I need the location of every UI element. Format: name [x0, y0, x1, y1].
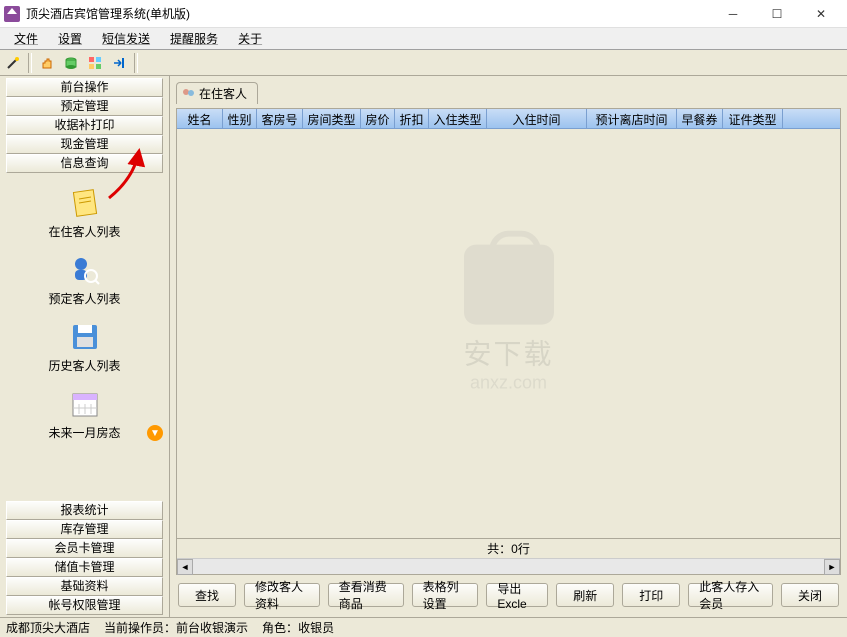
- close-panel-button[interactable]: 关闭: [781, 583, 839, 607]
- close-button[interactable]: ✕: [799, 1, 843, 27]
- hand-icon[interactable]: [36, 52, 58, 74]
- search-button[interactable]: 查找: [178, 583, 236, 607]
- status-bar: 成都顶尖大酒店 当前操作员：前台收银演示 角色：收银员: [0, 617, 847, 637]
- print-button[interactable]: 打印: [622, 583, 680, 607]
- toolbar-separator: [28, 53, 32, 73]
- workspace: 前台操作 预定管理 收据补打印 现金管理 信息查询 在住客人列表 预定客人列表 …: [0, 76, 847, 617]
- grid-footer: 共：0行: [177, 538, 840, 558]
- nav-reports[interactable]: 报表统计: [6, 501, 163, 520]
- menu-about[interactable]: 关于: [228, 28, 272, 49]
- scroll-right-button[interactable]: ►: [824, 559, 840, 575]
- edit-guest-button[interactable]: 修改客人资料: [244, 583, 320, 607]
- button-bar: 查找修改客人资料查看消费商品表格列设置导出Excle 刷新打印此客人存入会员关闭: [176, 579, 841, 611]
- save-member-button[interactable]: 此客人存入会员: [688, 583, 773, 607]
- data-grid: 姓名性别客房号房间类型房价折扣入住类型入住时间预计离店时间早餐券证件类型 安下载…: [176, 108, 841, 575]
- wand-icon[interactable]: [2, 52, 24, 74]
- sidebar-item-history[interactable]: 历史客人列表: [0, 313, 169, 380]
- grid-header: 姓名性别客房号房间类型房价折扣入住类型入住时间预计离店时间早餐券证件类型: [177, 109, 840, 129]
- grid-icon[interactable]: [84, 52, 106, 74]
- down-arrow-icon: ▼: [147, 425, 163, 441]
- sidebar-item-label: 历史客人列表: [48, 357, 120, 374]
- nav-account[interactable]: 帐号权限管理: [6, 596, 163, 615]
- column-header[interactable]: 入住类型: [429, 109, 487, 128]
- status-role: 角色：收银员: [262, 619, 334, 636]
- nav-front-desk[interactable]: 前台操作: [6, 78, 163, 97]
- column-header[interactable]: 折扣: [395, 109, 429, 128]
- nav-prepaid[interactable]: 储值卡管理: [6, 558, 163, 577]
- tab-inhouse[interactable]: 在住客人: [176, 82, 258, 104]
- cylinder-icon[interactable]: [60, 52, 82, 74]
- refresh-button[interactable]: 刷新: [556, 583, 614, 607]
- people-icon: [181, 87, 195, 101]
- horizontal-scrollbar[interactable]: ◄ ►: [177, 558, 840, 574]
- minimize-button[interactable]: ─: [711, 1, 755, 27]
- window-title: 顶尖酒店宾馆管理系统(单机版): [26, 5, 711, 22]
- sidebar-item-label: 预定客人列表: [48, 290, 120, 307]
- row-count: 共：0行: [487, 540, 530, 557]
- sidebar-item-inhouse[interactable]: 在住客人列表: [0, 179, 169, 246]
- menu-file[interactable]: 文件: [4, 28, 48, 49]
- nav-reservation[interactable]: 预定管理: [6, 97, 163, 116]
- sidebar: 前台操作 预定管理 收据补打印 现金管理 信息查询 在住客人列表 预定客人列表 …: [0, 76, 170, 617]
- column-header[interactable]: 预计离店时间: [587, 109, 677, 128]
- menu-sms[interactable]: 短信发送: [92, 28, 160, 49]
- sidebar-item-reservation[interactable]: 预定客人列表: [0, 246, 169, 313]
- column-header[interactable]: 证件类型: [723, 109, 783, 128]
- menu-settings[interactable]: 设置: [48, 28, 92, 49]
- watermark: 安下载 anxz.com: [463, 244, 553, 393]
- sidebar-item-label: 未来一月房态: [48, 424, 120, 441]
- column-settings-button[interactable]: 表格列设置: [412, 583, 479, 607]
- status-hotel: 成都顶尖大酒店: [6, 619, 90, 636]
- toolbar: [0, 50, 847, 76]
- menu-reminder[interactable]: 提醒服务: [160, 28, 228, 49]
- scroll-left-button[interactable]: ◄: [177, 559, 193, 575]
- toolbar-separator: [134, 53, 138, 73]
- calendar-icon: [69, 388, 101, 420]
- column-header[interactable]: 房间类型: [303, 109, 361, 128]
- tab-label: 在住客人: [199, 85, 247, 102]
- scroll-track[interactable]: [193, 559, 824, 574]
- nav-member[interactable]: 会员卡管理: [6, 539, 163, 558]
- nav-basic[interactable]: 基础资料: [6, 577, 163, 596]
- nav-cash[interactable]: 现金管理: [6, 135, 163, 154]
- column-header[interactable]: 姓名: [177, 109, 223, 128]
- tab-bar: 在住客人: [176, 82, 841, 104]
- floppy-icon: [69, 321, 101, 353]
- nav-inventory[interactable]: 库存管理: [6, 520, 163, 539]
- arrow-icon[interactable]: [108, 52, 130, 74]
- person-search-icon: [69, 254, 101, 286]
- title-bar: 顶尖酒店宾馆管理系统(单机版) ─ ☐ ✕: [0, 0, 847, 28]
- sidebar-item-label: 在住客人列表: [48, 223, 120, 240]
- column-header[interactable]: 入住时间: [487, 109, 587, 128]
- grid-body[interactable]: 安下载 anxz.com: [177, 129, 840, 538]
- view-goods-button[interactable]: 查看消费商品: [328, 583, 404, 607]
- main-area: 在住客人 姓名性别客房号房间类型房价折扣入住类型入住时间预计离店时间早餐券证件类…: [170, 76, 847, 617]
- sidebar-panel: 在住客人列表 预定客人列表 历史客人列表 未来一月房态 ▼: [0, 173, 169, 501]
- menu-bar: 文件 设置 短信发送 提醒服务 关于: [0, 28, 847, 50]
- sidebar-item-future[interactable]: 未来一月房态 ▼: [0, 380, 169, 447]
- column-header[interactable]: 房价: [361, 109, 395, 128]
- maximize-button[interactable]: ☐: [755, 1, 799, 27]
- export-excel-button[interactable]: 导出Excle: [486, 583, 548, 607]
- status-operator: 当前操作员：前台收银演示: [104, 619, 248, 636]
- column-header[interactable]: 早餐券: [677, 109, 723, 128]
- column-header[interactable]: 性别: [223, 109, 257, 128]
- note-icon: [69, 187, 101, 219]
- nav-receipt[interactable]: 收据补打印: [6, 116, 163, 135]
- app-icon: [4, 6, 20, 22]
- column-header[interactable]: 客房号: [257, 109, 303, 128]
- nav-info-query[interactable]: 信息查询: [6, 154, 163, 173]
